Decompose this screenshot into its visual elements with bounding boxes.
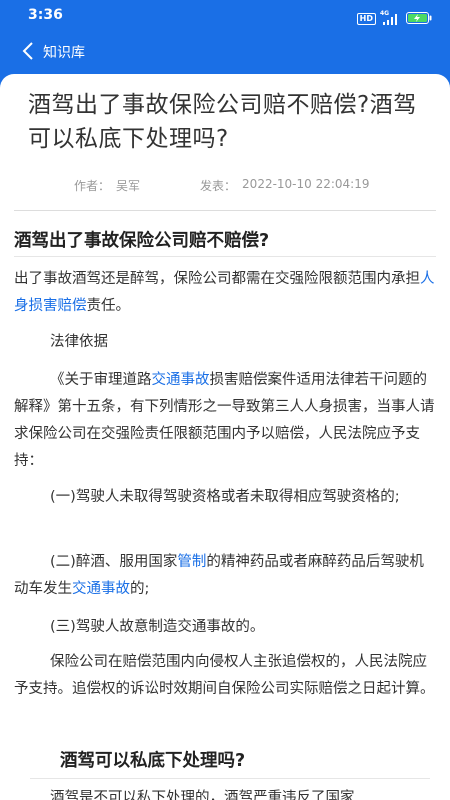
back-arrow-icon[interactable]: [18, 40, 40, 62]
section-divider-1: [14, 256, 436, 257]
link-traffic-accident-2[interactable]: 交通事故: [72, 581, 130, 597]
paragraph-3: 《关于审理道路交通事故损害赔偿案件适用法律若干问题的解释》第十五条，有下列情形之…: [14, 367, 438, 475]
paragraph-7: 保险公司在赔偿范围内向侵权人主张追偿权的，人民法院应予支持。追偿权的诉讼时效期间…: [14, 654, 435, 697]
status-bar: 3:36 HD 4G: [0, 0, 450, 32]
paragraph-6: (三)驾驶人故意制造交通事故的。: [50, 619, 265, 635]
status-time: 3:36: [28, 7, 63, 23]
paragraph-1-text: 出了事故酒驾还是醉驾，保险公司都需在交强险限额范围内承担: [14, 271, 420, 287]
link-control[interactable]: 管制: [177, 554, 206, 570]
paragraph-4: (一)驾驶人未取得驾驶资格或者未取得相应驾驶资格的;: [50, 489, 400, 505]
link-traffic-accident[interactable]: 交通事故: [152, 372, 210, 388]
paragraph-legal-basis: 法律依据: [50, 334, 108, 350]
article-title: 酒驾出了事故保险公司赔不赔偿?酒驾可以私底下处理吗?: [28, 92, 417, 152]
paragraph-5-text: (二)醉酒、服用国家: [50, 554, 178, 570]
paragraph-5: (二)醉酒、服用国家管制的精神药品或者麻醉药品后驾驶机动车发生交通事故的;: [14, 549, 438, 603]
paragraph-1-end: 责任。: [86, 298, 131, 314]
paragraph-5-end: 的;: [130, 581, 150, 597]
publish-date: 2022-10-10 22:04:19: [242, 177, 370, 191]
paragraph-1: 出了事故酒驾还是醉驾，保险公司都需在交强险限额范围内承担人身损害赔偿责任。: [14, 266, 438, 320]
section-divider-2: [30, 778, 430, 779]
author-label: 作者：: [74, 179, 111, 193]
date-label: 发表：: [200, 179, 237, 193]
status-icons: HD 4G: [356, 9, 432, 28]
nav-bar: 知识库: [0, 32, 450, 72]
signal-icon: 4G: [380, 9, 401, 25]
section-heading-2: 酒驾可以私底下处理吗?: [60, 751, 246, 771]
nav-title: 知识库: [43, 45, 85, 61]
author-name: 吴军: [116, 179, 141, 193]
network-type: 4G: [380, 9, 390, 17]
section-heading-1: 酒驾出了事故保险公司赔不赔偿?: [14, 231, 270, 251]
paragraph-8: 酒驾是不可以私下处理的，酒驾严重违反了国家: [50, 790, 355, 800]
paragraph-3-text: 《关于审理道路: [50, 372, 152, 388]
battery-charging-icon: [406, 9, 432, 28]
meta-divider: [14, 210, 436, 211]
article-content: 酒驾出了事故保险公司赔不赔偿?酒驾可以私底下处理吗? 作者： 吴军 发表： 20…: [0, 74, 450, 800]
article-meta: 作者： 吴军 发表： 2022-10-10 22:04:19: [74, 177, 370, 194]
hd-badge: HD: [356, 12, 376, 25]
